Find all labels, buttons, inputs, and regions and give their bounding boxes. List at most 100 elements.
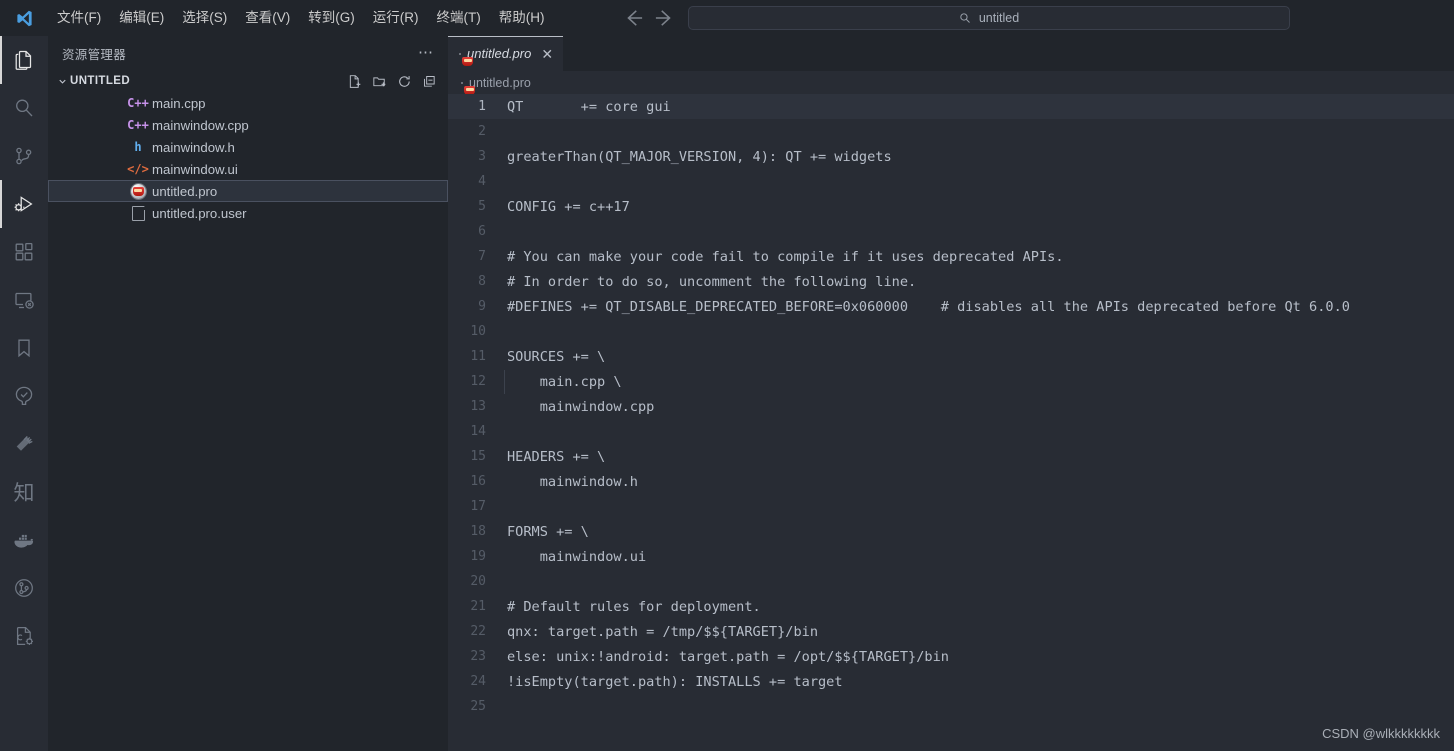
sidebar-item-explorer[interactable] xyxy=(0,36,48,84)
sidebar-item-extensions[interactable] xyxy=(0,228,48,276)
menu-terminal[interactable]: 终端(T) xyxy=(428,0,490,36)
code-line: 21 # Default rules for deployment. xyxy=(448,594,1454,619)
code-line: 1 QT += core gui xyxy=(448,94,1454,119)
extensions-icon xyxy=(12,240,36,264)
line-text: main.cpp \ xyxy=(504,369,622,394)
menu-run[interactable]: 运行(R) xyxy=(364,0,428,36)
code-line: 8 # In order to do so, uncomment the fol… xyxy=(448,269,1454,294)
list-item-selected[interactable]: untitled.pro xyxy=(48,180,448,202)
files-icon xyxy=(12,48,36,72)
list-item[interactable]: untitled.pro.user xyxy=(48,202,448,224)
code-line: 14 xyxy=(448,419,1454,444)
sidebar-item-search[interactable] xyxy=(0,84,48,132)
line-text: # Default rules for deployment. xyxy=(507,598,761,615)
file-name: mainwindow.h xyxy=(152,139,235,155)
line-number: 7 xyxy=(478,249,486,264)
line-number: 21 xyxy=(470,599,486,614)
refresh-icon[interactable] xyxy=(396,73,413,90)
line-number: 4 xyxy=(478,174,486,189)
tab-label: untitled.pro xyxy=(467,46,532,61)
arrow-left-icon[interactable] xyxy=(620,5,646,31)
search-icon xyxy=(12,96,36,120)
generic-file-icon xyxy=(130,205,146,221)
menu-bar: 文件(F) 编辑(E) 选择(S) 查看(V) 转到(G) 运行(R) 终端(T… xyxy=(48,0,554,36)
ellipsis-icon[interactable]: ⋯ xyxy=(418,45,434,60)
explorer-sidebar: 资源管理器 ⋯ UNTITLED C++ main.cpp C++ mainwi… xyxy=(48,36,448,751)
file-name: main.cpp xyxy=(152,95,206,111)
line-number: 19 xyxy=(470,549,486,564)
menu-view[interactable]: 查看(V) xyxy=(236,0,299,36)
code-line: 10 xyxy=(448,319,1454,344)
list-item[interactable]: </> mainwindow.ui xyxy=(48,158,448,180)
command-center[interactable]: untitled xyxy=(688,6,1290,30)
code-line: 19 mainwindow.ui xyxy=(448,544,1454,569)
new-file-icon[interactable] xyxy=(346,73,363,90)
sidebar-item-run-and-debug[interactable] xyxy=(0,180,48,228)
line-number: 9 xyxy=(478,299,486,314)
list-item[interactable]: C++ main.cpp xyxy=(48,92,448,114)
sidebar-item-git-graph[interactable] xyxy=(0,564,48,612)
tab-untitled-pro[interactable]: untitled.pro ✕ xyxy=(448,36,565,71)
code-line: 17 xyxy=(448,494,1454,519)
menu-file[interactable]: 文件(F) xyxy=(48,0,110,36)
cpp-icon: C++ xyxy=(127,96,149,110)
chevron-down-icon xyxy=(54,76,70,87)
breadcrumb-label: untitled.pro xyxy=(469,75,531,90)
line-text: greaterThan(QT_MAJOR_VERSION, 4): QT += … xyxy=(507,148,892,165)
code-line: 12 main.cpp \ xyxy=(448,369,1454,394)
run-debug-icon xyxy=(12,192,36,216)
code-editor[interactable]: 1 QT += core gui 2 3 greaterThan(QT_MAJO… xyxy=(448,94,1454,751)
line-number: 2 xyxy=(478,124,486,139)
git-graph-circle-icon xyxy=(12,576,36,600)
folder-name: UNTITLED xyxy=(70,75,131,87)
explorer-folder-header[interactable]: UNTITLED xyxy=(48,70,448,92)
close-icon[interactable]: ✕ xyxy=(541,47,553,61)
line-text: # In order to do so, uncomment the follo… xyxy=(507,273,917,290)
line-text: else: unix:!android: target.path = /opt/… xyxy=(507,648,949,665)
sidebar-item-bookmarks[interactable] xyxy=(0,324,48,372)
line-number: 12 xyxy=(470,374,486,389)
csdn-watermark: CSDN @wlkkkkkkkk xyxy=(1322,726,1440,741)
sidebar-item-testing[interactable] xyxy=(0,372,48,420)
sidebar-item-remote-explorer[interactable] xyxy=(0,276,48,324)
sidebar-item-cpp-tools[interactable] xyxy=(0,612,48,660)
line-text: mainwindow.h xyxy=(507,473,638,490)
line-number: 16 xyxy=(470,474,486,489)
line-number: 11 xyxy=(470,349,486,364)
cpp-icon: C++ xyxy=(127,118,149,132)
menu-go[interactable]: 转到(G) xyxy=(299,0,364,36)
sidebar-title: 资源管理器 xyxy=(62,47,127,62)
new-folder-icon[interactable] xyxy=(371,73,388,90)
list-item[interactable]: h mainwindow.h xyxy=(48,136,448,158)
menu-edit[interactable]: 编辑(E) xyxy=(110,0,173,36)
line-number: 3 xyxy=(478,149,486,164)
breadcrumb[interactable]: untitled.pro xyxy=(448,71,1454,94)
editor-area: untitled.pro ✕ untitled.pro 1 QT += core… xyxy=(448,36,1454,751)
remote-explorer-icon xyxy=(12,288,36,312)
sidebar-item-zhihu[interactable]: 知 xyxy=(0,468,48,516)
header-icon: h xyxy=(134,140,142,154)
navigation-controls xyxy=(620,0,678,36)
line-text: # You can make your code fail to compile… xyxy=(507,248,1064,265)
sidebar-item-docker[interactable] xyxy=(0,516,48,564)
line-text: QT += core gui xyxy=(507,98,671,115)
code-line: 18 FORMS += \ xyxy=(448,519,1454,544)
menu-help[interactable]: 帮助(H) xyxy=(490,0,554,36)
bookmark-icon xyxy=(12,336,36,360)
line-number: 6 xyxy=(478,224,486,239)
sidebar-item-build-tools[interactable] xyxy=(0,420,48,468)
sidebar-item-source-control[interactable] xyxy=(0,132,48,180)
menu-selection[interactable]: 选择(S) xyxy=(173,0,236,36)
code-line: 16 mainwindow.h xyxy=(448,469,1454,494)
code-line: 24 !isEmpty(target.path): INSTALLS += ta… xyxy=(448,669,1454,694)
collapse-all-icon[interactable] xyxy=(421,73,438,90)
line-text: SOURCES += \ xyxy=(507,348,606,365)
line-number: 10 xyxy=(470,324,486,339)
workbench-body: 知 资源管理器 ⋯ UNTITLED C++ main.cpp C++ main… xyxy=(0,36,1454,751)
code-line: 20 xyxy=(448,569,1454,594)
arrow-right-icon[interactable] xyxy=(652,5,678,31)
list-item[interactable]: C++ mainwindow.cpp xyxy=(48,114,448,136)
search-icon xyxy=(959,12,971,24)
line-text: #DEFINES += QT_DISABLE_DEPRECATED_BEFORE… xyxy=(507,298,1350,315)
code-line: 23 else: unix:!android: target.path = /o… xyxy=(448,644,1454,669)
